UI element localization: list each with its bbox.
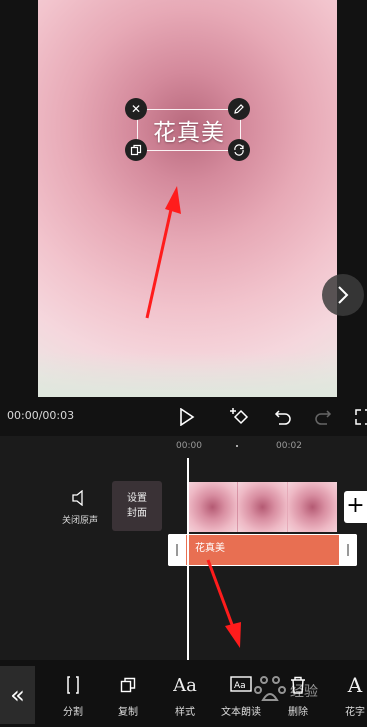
mute-label: 关闭原声 (61, 516, 98, 526)
playhead[interactable] (187, 458, 189, 660)
play-button[interactable] (174, 404, 200, 430)
close-icon: ✕ (130, 102, 142, 116)
fullscreen-icon (355, 409, 367, 425)
mute-original-audio-button[interactable]: 关闭原声 (60, 489, 100, 530)
svg-text:Aa: Aa (234, 681, 246, 691)
undo-icon (274, 410, 291, 425)
time-display: 00:00/00:03 (7, 409, 75, 422)
rotate-icon (234, 144, 244, 156)
edit-text-handle[interactable] (228, 98, 250, 120)
video-preview[interactable] (38, 0, 337, 397)
pencil-icon (234, 104, 244, 114)
fancy-text-icon: A (347, 673, 363, 697)
undo-button[interactable] (270, 404, 296, 430)
split-label: 分割 (63, 707, 83, 718)
next-frame-button[interactable] (322, 274, 364, 316)
copy-label: 复制 (118, 707, 138, 718)
ruler-dot (236, 445, 238, 447)
cover-label-line1: 设置 (127, 493, 147, 504)
copy-tool[interactable]: 复制 (103, 672, 153, 718)
style-label: 样式 (175, 707, 195, 718)
set-cover-button[interactable]: 设置 封面 (112, 481, 162, 531)
style-tool[interactable]: Aa 样式 (160, 672, 210, 719)
text-clip-right-handle[interactable] (339, 534, 357, 566)
rotate-scale-handle[interactable] (228, 139, 250, 161)
copy-icon (120, 677, 136, 693)
text-overlay[interactable]: 花真美 (137, 109, 241, 151)
copy-icon (130, 144, 142, 156)
split-icon (67, 676, 79, 694)
add-clip-button[interactable]: + (344, 491, 367, 523)
ruler-time-0: 00:00 (176, 441, 202, 451)
clip-thumbnail (238, 482, 287, 532)
split-tool[interactable]: 分割 (48, 672, 98, 718)
overlay-text: 花真美 (153, 120, 225, 146)
copy-text-handle[interactable] (125, 139, 147, 161)
speaker-icon (72, 489, 83, 507)
keyframe-icon (230, 408, 249, 425)
clip-thumbnail (188, 482, 237, 532)
redo-icon (315, 410, 332, 425)
keyframe-button[interactable] (228, 404, 254, 430)
fullscreen-button[interactable] (350, 404, 367, 430)
text-to-speech-icon: Aa (230, 676, 252, 692)
text-style-icon: Aa (173, 674, 197, 696)
double-chevron-left-icon: « (10, 681, 25, 709)
text-clip[interactable]: 花真美 (168, 534, 357, 566)
collapse-toolbar-button[interactable]: « (0, 666, 35, 724)
delete-text-handle[interactable]: ✕ (125, 98, 147, 120)
cover-label-line2: 封面 (127, 508, 147, 519)
redo-button[interactable] (310, 404, 336, 430)
svg-text:经验: 经验 (290, 684, 318, 700)
watermark-logo: 经验 (254, 676, 318, 701)
video-clip[interactable] (188, 482, 337, 532)
text-clip-label: 花真美 (195, 543, 225, 554)
ruler-time-1: 00:02 (276, 441, 302, 451)
chevron-right-icon (338, 286, 349, 304)
clip-thumbnail (288, 482, 337, 532)
text-clip-left-handle[interactable] (168, 534, 186, 566)
play-icon (180, 408, 195, 426)
